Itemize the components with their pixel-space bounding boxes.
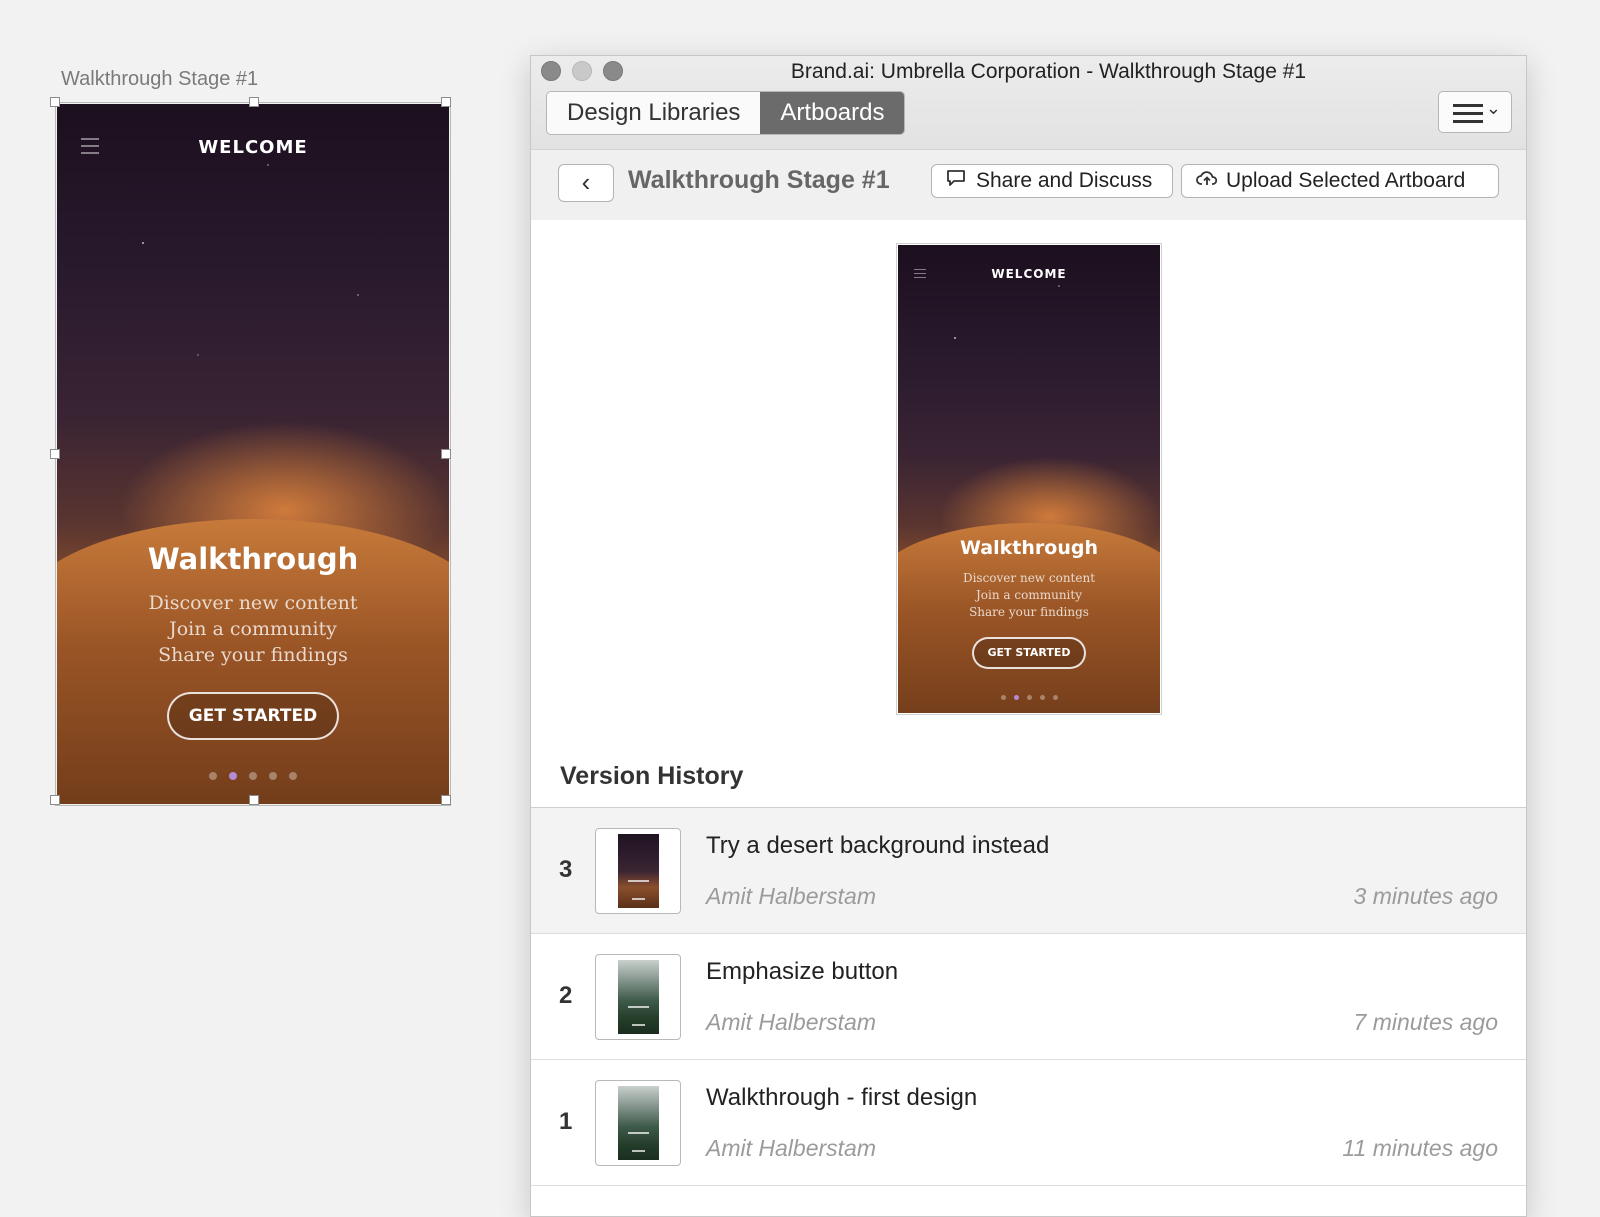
page-dot bbox=[249, 772, 257, 780]
preview-walkthrough-title: Walkthrough bbox=[960, 537, 1098, 559]
page-dot bbox=[1000, 695, 1006, 700]
chevron-left-icon: ‹ bbox=[581, 167, 591, 197]
preview-sub-line-2: Join a community bbox=[976, 588, 1082, 602]
artboard-title: Walkthrough Stage #1 bbox=[628, 166, 890, 194]
view-switcher: Design Libraries Artboards bbox=[546, 91, 906, 135]
version-thumbnail bbox=[595, 828, 681, 914]
version-history-list: 3 Try a desert background instead Amit H… bbox=[531, 807, 1526, 1186]
share-and-discuss-label: Share and Discuss bbox=[976, 169, 1153, 192]
page-dot bbox=[269, 772, 277, 780]
artboard-preview: WELCOME Walkthrough Discover new content… bbox=[896, 243, 1162, 715]
preview-page-dots bbox=[898, 685, 1160, 704]
version-time: 3 minutes ago bbox=[1353, 883, 1498, 909]
resize-handle-bm[interactable] bbox=[249, 795, 259, 805]
version-row-3[interactable]: 3 Try a desert background instead Amit H… bbox=[531, 808, 1526, 934]
upload-selected-artboard-button[interactable]: Upload Selected Artboard bbox=[1181, 164, 1499, 198]
version-time: 7 minutes ago bbox=[1353, 1009, 1498, 1035]
resize-handle-tl[interactable] bbox=[50, 97, 60, 107]
sub-line-3: Share your findings bbox=[158, 644, 348, 666]
version-history-title: Version History bbox=[560, 762, 744, 790]
resize-handle-ml[interactable] bbox=[50, 449, 60, 459]
version-number: 2 bbox=[559, 982, 573, 1009]
sub-line-2: Join a community bbox=[169, 618, 337, 640]
upload-selected-artboard-label: Upload Selected Artboard bbox=[1226, 169, 1466, 192]
preview-get-started-button: GET STARTED bbox=[972, 637, 1086, 669]
version-number: 3 bbox=[559, 856, 573, 883]
resize-handle-mr[interactable] bbox=[441, 449, 451, 459]
back-button[interactable]: ‹ bbox=[558, 164, 614, 202]
artboard-phone: WELCOME Walkthrough Discover new content… bbox=[57, 104, 449, 804]
version-row-1[interactable]: 1 Walkthrough - first design Amit Halber… bbox=[531, 1060, 1526, 1186]
speech-bubble-icon bbox=[946, 165, 968, 197]
artboard-detail-content: WELCOME Walkthrough Discover new content… bbox=[531, 220, 1526, 1216]
page-dot bbox=[209, 772, 217, 780]
version-message: Try a desert background instead bbox=[706, 832, 1050, 859]
tab-artboards[interactable]: Artboards bbox=[760, 92, 905, 134]
version-thumbnail bbox=[595, 1080, 681, 1166]
preview-phone: WELCOME Walkthrough Discover new content… bbox=[898, 245, 1160, 713]
tab-design-libraries[interactable]: Design Libraries bbox=[547, 92, 760, 134]
hamburger-icon bbox=[1453, 104, 1483, 128]
version-message: Walkthrough - first design bbox=[706, 1084, 978, 1111]
version-time: 11 minutes ago bbox=[1342, 1135, 1498, 1161]
page-dot bbox=[1052, 695, 1058, 700]
share-and-discuss-button[interactable]: Share and Discuss bbox=[931, 164, 1173, 198]
resize-handle-bl[interactable] bbox=[50, 795, 60, 805]
page-dot bbox=[1026, 695, 1032, 700]
version-number: 1 bbox=[559, 1108, 573, 1135]
artboard-label: Walkthrough Stage #1 bbox=[61, 68, 259, 90]
page-dot bbox=[289, 772, 297, 780]
window-title: Brand.ai: Umbrella Corporation - Walkthr… bbox=[790, 60, 1307, 83]
preview-sub-line-1: Discover new content bbox=[962, 571, 1096, 585]
get-started-button: GET STARTED bbox=[167, 692, 339, 740]
page-dot bbox=[229, 772, 237, 780]
page-dot bbox=[1039, 695, 1045, 700]
title-bar: Brand.ai: Umbrella Corporation - Walkthr… bbox=[531, 56, 1526, 221]
version-row-2[interactable]: 2 Emphasize button Amit Halberstam 7 min… bbox=[531, 934, 1526, 1060]
version-thumbnail bbox=[595, 954, 681, 1040]
artboard-selection[interactable]: WELCOME Walkthrough Discover new content… bbox=[50, 97, 451, 806]
page-dot bbox=[1013, 695, 1019, 700]
walkthrough-title: Walkthrough bbox=[147, 542, 359, 576]
preview-welcome-heading: WELCOME bbox=[991, 267, 1067, 281]
menu-button[interactable]: ⌄ bbox=[1438, 91, 1512, 133]
artboard-toolbar: ‹ Walkthrough Stage #1 Share and Discuss… bbox=[531, 149, 1526, 221]
resize-handle-br[interactable] bbox=[441, 795, 451, 805]
cloud-upload-icon bbox=[1196, 165, 1218, 197]
version-author: Amit Halberstam bbox=[706, 1009, 876, 1035]
resize-handle-tr[interactable] bbox=[441, 97, 451, 107]
version-author: Amit Halberstam bbox=[706, 883, 876, 909]
chevron-down-icon: ⌄ bbox=[1485, 98, 1501, 118]
version-author: Amit Halberstam bbox=[706, 1135, 876, 1161]
welcome-heading: WELCOME bbox=[198, 137, 308, 158]
page-dots bbox=[57, 765, 449, 784]
resize-handle-tm[interactable] bbox=[249, 97, 259, 107]
brand-ai-window: Brand.ai: Umbrella Corporation - Walkthr… bbox=[530, 55, 1527, 1217]
preview-sub-line-3: Share your findings bbox=[969, 605, 1089, 619]
version-message: Emphasize button bbox=[706, 958, 899, 985]
sub-line-1: Discover new content bbox=[148, 592, 358, 614]
